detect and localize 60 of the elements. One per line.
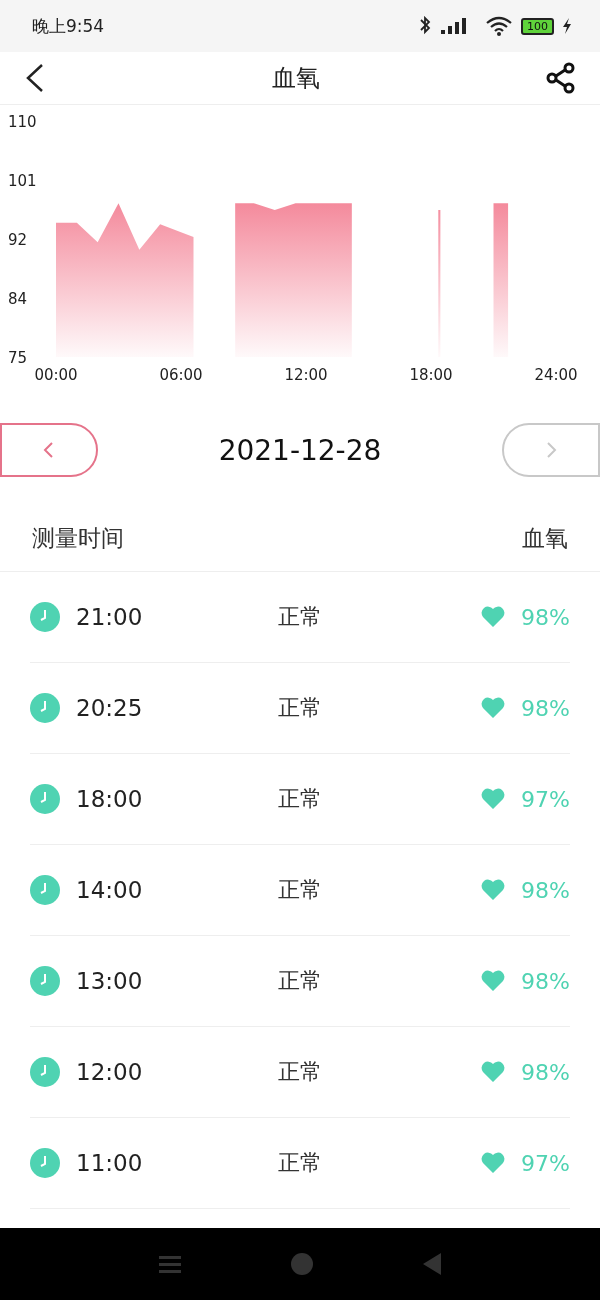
share-button[interactable]	[546, 62, 576, 94]
menu-icon[interactable]	[159, 1253, 181, 1275]
y-tick-label: 75	[8, 349, 28, 367]
charging-icon	[562, 18, 572, 34]
record-status: 正常	[278, 603, 322, 631]
chevron-left-icon	[42, 441, 56, 459]
record-value: 98%	[521, 695, 570, 721]
record-time: 11:00	[76, 1150, 143, 1176]
heart-icon	[481, 788, 506, 810]
column-header: 测量时间	[32, 523, 124, 553]
y-tick-label: 84	[8, 290, 28, 308]
record-status: 正常	[278, 785, 322, 813]
back-icon[interactable]	[423, 1253, 441, 1275]
chevron-right-icon	[544, 441, 558, 459]
x-tick-label: 00:00	[34, 366, 78, 384]
y-tick-label: 110	[8, 113, 37, 131]
record-time: 13:00	[76, 968, 143, 994]
record-status: 正常	[278, 876, 322, 904]
clock-icon	[30, 1148, 60, 1178]
record-status: 正常	[278, 694, 322, 722]
record-time: 12:00	[76, 1059, 143, 1085]
x-tick-label: 06:00	[159, 366, 203, 384]
heart-icon	[481, 697, 506, 719]
page-title: 血氧	[272, 63, 320, 94]
record-time: 18:00	[76, 786, 143, 812]
clock-icon	[30, 784, 60, 814]
record-status: 正常	[278, 967, 322, 995]
record-value: 97%	[521, 786, 570, 812]
date-label: 2021-12-28	[218, 433, 382, 467]
home-icon[interactable]	[291, 1253, 313, 1275]
clock-icon	[30, 875, 60, 905]
heart-icon	[481, 1061, 506, 1083]
column-header: 血氧	[522, 523, 568, 553]
heart-icon	[481, 1152, 506, 1174]
record-status: 正常	[278, 1058, 322, 1086]
x-tick-label: 18:00	[409, 366, 453, 384]
record-value: 97%	[521, 1150, 570, 1176]
clock-icon	[30, 602, 60, 632]
y-tick-label: 101	[8, 172, 37, 190]
heart-icon	[481, 879, 506, 901]
clock-icon	[30, 966, 60, 996]
record-time: 20:25	[76, 695, 143, 721]
record-value: 98%	[521, 1059, 570, 1085]
wifi-icon	[485, 16, 513, 36]
heart-icon	[481, 970, 506, 992]
record-status: 正常	[278, 1149, 322, 1177]
clock-icon	[30, 1057, 60, 1087]
record-value: 98%	[521, 877, 570, 903]
battery-indicator: 100	[521, 17, 554, 35]
record-time: 14:00	[76, 877, 143, 903]
x-tick-label: 12:00	[284, 366, 328, 384]
y-tick-label: 92	[8, 231, 28, 249]
clock-icon	[30, 693, 60, 723]
heart-icon	[481, 606, 506, 628]
record-time: 21:00	[76, 604, 143, 630]
record-value: 98%	[521, 968, 570, 994]
previous-day-button[interactable]	[0, 423, 98, 477]
x-tick-label: 24:00	[534, 366, 578, 384]
status-time: 晚上9:54	[32, 14, 105, 38]
record-value: 98%	[521, 604, 570, 630]
